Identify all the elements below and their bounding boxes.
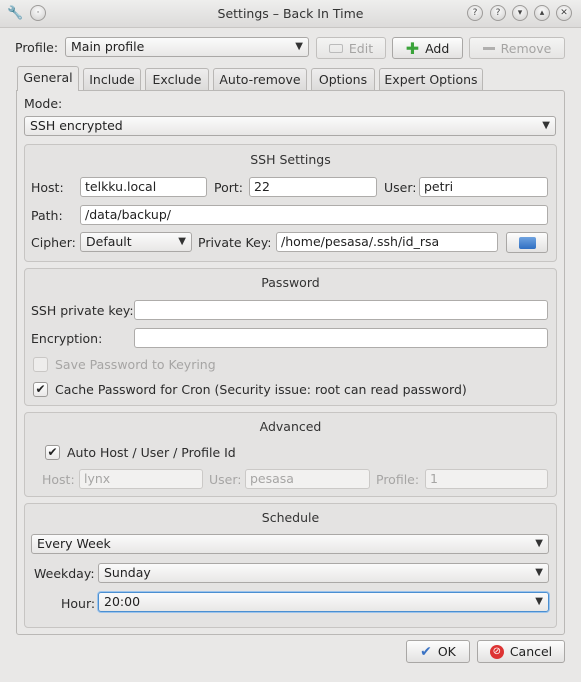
cipher-select[interactable]: Default ▼	[80, 232, 192, 252]
ssh-private-key-label: SSH private key:	[31, 303, 134, 318]
close-button[interactable]: ✕	[556, 5, 572, 21]
weekday-label: Weekday:	[34, 566, 95, 581]
profile-select-value: Main profile	[71, 39, 145, 54]
private-key-input[interactable]: /home/pesasa/.ssh/id_rsa	[276, 232, 498, 252]
adv-profile-label: Profile:	[376, 472, 420, 487]
ssh-path-input[interactable]: /data/backup/	[80, 205, 548, 225]
chevron-down-icon: ▼	[542, 120, 550, 131]
help-icon-button[interactable]: ?	[490, 5, 506, 21]
folder-icon	[518, 236, 536, 249]
tab-expert-options[interactable]: Expert Options	[379, 68, 483, 90]
ssh-user-label: User:	[384, 180, 417, 195]
ssh-host-label: Host:	[31, 180, 64, 195]
add-button-label: Add	[425, 40, 450, 56]
title-bar[interactable]: 🔧 · Settings – Back In Time ? ? ▾ ▴ ✕	[0, 0, 581, 28]
tab-general[interactable]: General	[17, 66, 79, 91]
tab-include[interactable]: Include	[83, 68, 141, 90]
remove-button-label: Remove	[500, 40, 552, 56]
mode-label: Mode:	[24, 96, 63, 111]
edit-icon	[328, 43, 343, 53]
ssh-settings-title: SSH Settings	[250, 152, 331, 167]
ssh-user-input[interactable]: petri	[419, 177, 548, 197]
ok-button[interactable]: ✔ OK	[406, 640, 470, 663]
mode-select-value: SSH encrypted	[30, 118, 123, 133]
remove-profile-button[interactable]: Remove	[469, 37, 565, 59]
auto-host-label: Auto Host / User / Profile Id	[67, 445, 236, 460]
adv-host-input[interactable]: lynx	[79, 469, 203, 489]
tab-options[interactable]: Options	[311, 68, 375, 90]
adv-user-label: User:	[209, 472, 242, 487]
cipher-select-value: Default	[86, 234, 132, 249]
minimize-button[interactable]: ▾	[512, 5, 528, 21]
minus-icon	[482, 46, 495, 50]
adv-profile-input[interactable]: 1	[425, 469, 548, 489]
cipher-label: Cipher:	[31, 235, 76, 250]
password-title: Password	[261, 275, 320, 290]
auto-host-checkbox[interactable]: ✔	[45, 445, 60, 460]
cache-cron-checkbox[interactable]: ✔	[33, 382, 48, 397]
chevron-down-icon: ▼	[535, 538, 543, 549]
hour-select[interactable]: 20:00 ▼	[98, 592, 549, 612]
save-keyring-checkbox[interactable]	[33, 357, 48, 372]
advanced-title: Advanced	[259, 419, 322, 434]
chevron-down-icon: ▼	[178, 236, 186, 247]
cancel-button-label: Cancel	[509, 644, 553, 659]
encryption-label: Encryption:	[31, 331, 103, 346]
edit-profile-button[interactable]: Edit	[316, 37, 386, 59]
help-button[interactable]: ?	[467, 5, 483, 21]
chevron-down-icon: ▼	[295, 41, 303, 52]
chevron-down-icon: ▼	[535, 596, 543, 607]
schedule-frequency-value: Every Week	[37, 536, 111, 551]
weekday-select-value: Sunday	[104, 565, 151, 580]
checkmark-icon: ✔	[420, 643, 432, 660]
add-profile-button[interactable]: ✚ Add	[392, 37, 463, 59]
mode-select[interactable]: SSH encrypted ▼	[24, 116, 556, 136]
hour-select-value: 20:00	[104, 594, 141, 609]
hour-label: Hour:	[61, 596, 96, 611]
cancel-button[interactable]: ⊘ Cancel	[477, 640, 565, 663]
ssh-port-input[interactable]: 22	[249, 177, 377, 197]
adv-user-input[interactable]: pesasa	[245, 469, 370, 489]
profile-label: Profile:	[15, 40, 59, 55]
ssh-path-label: Path:	[31, 208, 63, 223]
encryption-password-input[interactable]	[134, 328, 548, 348]
ssh-host-input[interactable]: telkku.local	[80, 177, 207, 197]
ok-button-label: OK	[437, 644, 456, 659]
tab-auto-remove[interactable]: Auto-remove	[213, 68, 307, 90]
cancel-icon: ⊘	[489, 644, 504, 659]
plus-icon: ✚	[405, 38, 420, 58]
private-key-label: Private Key:	[198, 235, 272, 250]
adv-host-label: Host:	[42, 472, 75, 487]
schedule-title: Schedule	[261, 510, 320, 525]
ssh-port-label: Port:	[214, 180, 243, 195]
browse-key-button[interactable]	[506, 232, 548, 253]
edit-button-label: Edit	[348, 40, 374, 56]
weekday-select[interactable]: Sunday ▼	[98, 563, 549, 583]
chevron-down-icon: ▼	[535, 567, 543, 578]
schedule-frequency-select[interactable]: Every Week ▼	[31, 534, 549, 554]
maximize-button[interactable]: ▴	[534, 5, 550, 21]
tab-exclude[interactable]: Exclude	[145, 68, 209, 90]
ssh-private-key-password-input[interactable]	[134, 300, 548, 320]
cache-cron-label: Cache Password for Cron (Security issue:…	[55, 382, 467, 397]
save-keyring-label: Save Password to Keyring	[55, 357, 216, 372]
profile-select[interactable]: Main profile ▼	[65, 37, 309, 57]
